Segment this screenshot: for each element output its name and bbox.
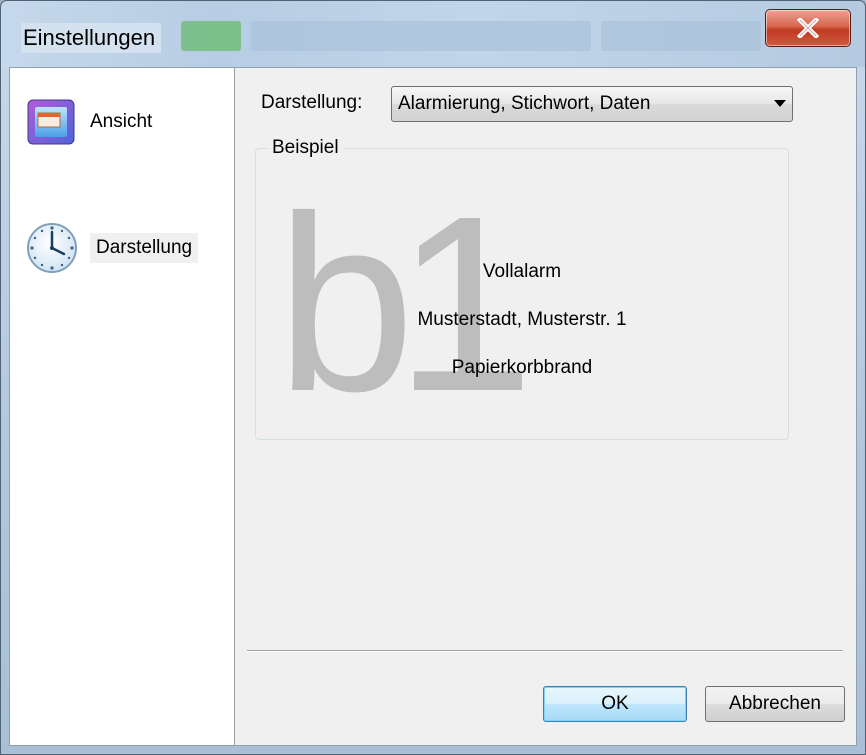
example-line-address: Musterstadt, Musterstr. 1 (417, 309, 627, 330)
darstellung-label: Darstellung: (261, 92, 363, 113)
sidebar-item-ansicht[interactable]: Ansicht (24, 92, 152, 152)
close-button[interactable] (765, 9, 851, 47)
window-title: Einstellungen (21, 23, 162, 53)
close-icon (797, 18, 819, 38)
separator (247, 650, 843, 652)
window-view-icon (27, 99, 75, 145)
dialog-content: Ansicht Darstellung Darstellung: Alarmie… (9, 67, 857, 746)
background-window-fragment (251, 21, 591, 51)
settings-panel: Darstellung: Alarmierung, Stichwort, Dat… (235, 68, 856, 745)
background-window-fragment (181, 21, 241, 51)
sidebar-item-label: Darstellung (90, 233, 199, 263)
clock-icon (27, 223, 77, 273)
darstellung-selected-value: Alarmierung, Stichwort, Daten (398, 93, 651, 114)
settings-dialog: Einstellungen Ansicht Darstellung Darste… (0, 0, 866, 755)
example-watermark: b1 (276, 164, 534, 443)
sidebar-item-label: Ansicht (90, 111, 153, 132)
cancel-button[interactable]: Abbrechen (705, 686, 845, 722)
settings-sidebar: Ansicht Darstellung (10, 68, 235, 745)
example-group-title: Beispiel (268, 137, 343, 159)
sidebar-item-darstellung[interactable]: Darstellung (24, 218, 199, 278)
darstellung-combobox[interactable]: Alarmierung, Stichwort, Daten (391, 86, 793, 122)
example-groupbox: Beispiel b1 Vollalarm Musterstadt, Muste… (255, 137, 789, 443)
title-bar[interactable]: Einstellungen (1, 1, 865, 67)
chevron-down-icon (768, 100, 792, 108)
example-line-keyword: Papierkorbbrand (451, 357, 593, 378)
example-line-alarm: Vollalarm (482, 261, 562, 282)
background-window-fragment (601, 21, 761, 51)
ok-button[interactable]: OK (543, 686, 687, 722)
